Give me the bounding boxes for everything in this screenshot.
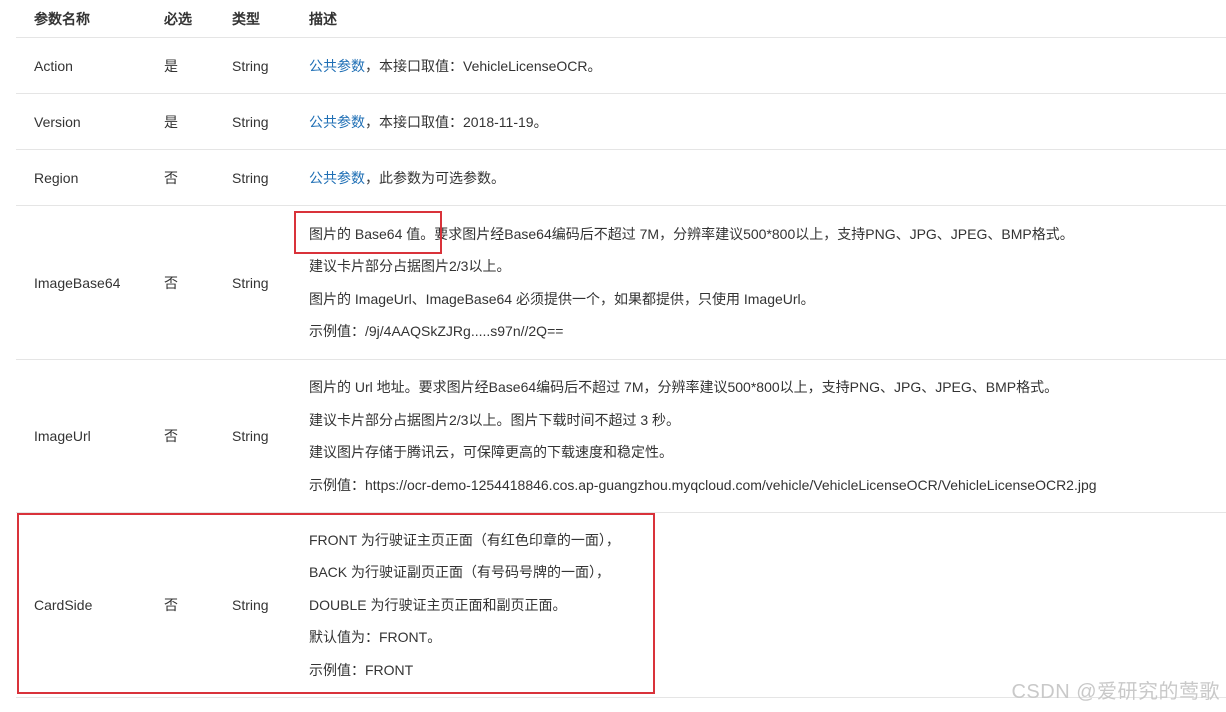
table-header: 参数名称 必选 类型 描述 (16, 0, 1226, 38)
param-required: 是 (164, 113, 178, 130)
param-desc: FRONT 为行驶证主页正面（有红色印章的一面）， BACK 为行驶证副页正面（… (291, 513, 1226, 697)
param-name: ImageBase64 (34, 274, 121, 291)
desc-text: ，本接口取值：2018-11-19。 (365, 113, 548, 130)
desc-line: 图片的 Base64 值。要求图片经Base64编码后不超过 7M，分辨率建议5… (309, 225, 1074, 242)
param-desc: 公共参数 ，此参数为可选参数。 (291, 150, 1226, 205)
param-name: ImageUrl (34, 428, 91, 444)
desc-line: 示例值：https://ocr-demo-1254418846.cos.ap-g… (309, 476, 1097, 493)
table-row: CardSide 否 String FRONT 为行驶证主页正面（有红色印章的一… (16, 513, 1226, 698)
table-row: Version 是 String 公共参数 ，本接口取值：2018-11-19。 (16, 94, 1226, 150)
param-type: String (232, 57, 269, 74)
desc-line: BACK 为行驶证副页正面（有号码号牌的一面）， (309, 564, 611, 581)
desc-line: DOUBLE 为行驶证主页正面和副页正面。 (309, 596, 567, 613)
param-desc: 图片的 Base64 值。要求图片经Base64编码后不超过 7M，分辨率建议5… (291, 206, 1226, 359)
common-params-link[interactable]: 公共参数 (309, 171, 365, 185)
param-desc: 图片的 Url 地址。要求图片经Base64编码后不超过 7M，分辨率建议500… (291, 360, 1226, 512)
param-type: String (232, 428, 269, 444)
desc-text: ，此参数为可选参数。 (365, 169, 505, 186)
table-row: ImageBase64 否 String 图片的 Base64 值。要求图片经B… (16, 206, 1226, 360)
desc-line: 建议卡片部分占据图片2/3以上。 (309, 258, 511, 274)
param-name: Region (34, 169, 79, 186)
desc-line: 默认值为：FRONT。 (309, 629, 442, 646)
params-table: 参数名称 必选 类型 描述 Action 是 String 公共参数 ，本接口取值… (16, 0, 1226, 698)
desc-line: 图片的 Url 地址。要求图片经Base64编码后不超过 7M，分辨率建议500… (309, 379, 1059, 395)
desc-line: 建议卡片部分占据图片2/3以上。图片下载时间不超过 3 秒。 (309, 411, 681, 428)
param-required: 否 (164, 169, 178, 186)
desc-line: 示例值：FRONT (309, 661, 414, 678)
param-required: 否 (164, 597, 178, 613)
desc-text: ，本接口取值：VehicleLicenseOCR。 (365, 57, 602, 74)
param-name: Action (34, 57, 73, 74)
header-type: 类型 (232, 10, 260, 27)
param-type: String (232, 169, 269, 186)
param-type: String (232, 597, 269, 613)
param-type: String (232, 113, 269, 130)
param-required: 否 (164, 428, 178, 444)
desc-line: 建议图片存储于腾讯云，可保障更高的下载速度和稳定性。 (309, 444, 673, 460)
param-name: Version (34, 113, 81, 130)
desc-line: 示例值：/9j/4AAQSkZJRg.....s97n//2Q== (309, 323, 564, 339)
watermark: CSDN @爱研究的莺歌 (1011, 681, 1220, 703)
param-required: 是 (164, 57, 178, 74)
table-row: Action 是 String 公共参数 ，本接口取值：VehicleLicens… (16, 38, 1226, 94)
header-required: 必选 (164, 10, 192, 27)
header-desc: 描述 (309, 10, 337, 27)
common-params-link[interactable]: 公共参数 (309, 59, 365, 73)
param-required: 否 (164, 274, 178, 291)
table-row: ImageUrl 否 String 图片的 Url 地址。要求图片经Base64… (16, 360, 1226, 513)
param-desc: 公共参数 ，本接口取值：VehicleLicenseOCR。 (291, 38, 1226, 93)
desc-line: FRONT 为行驶证主页正面（有红色印章的一面）， (309, 531, 620, 548)
param-name: CardSide (34, 597, 93, 613)
common-params-link[interactable]: 公共参数 (309, 115, 365, 129)
table-row: Region 否 String 公共参数 ，此参数为可选参数。 (16, 150, 1226, 206)
param-type: String (232, 274, 269, 291)
desc-line: 图片的 ImageUrl、ImageBase64 必须提供一个，如果都提供，只使… (309, 290, 815, 307)
header-name: 参数名称 (34, 10, 90, 27)
param-desc: 公共参数 ，本接口取值：2018-11-19。 (291, 94, 1226, 149)
